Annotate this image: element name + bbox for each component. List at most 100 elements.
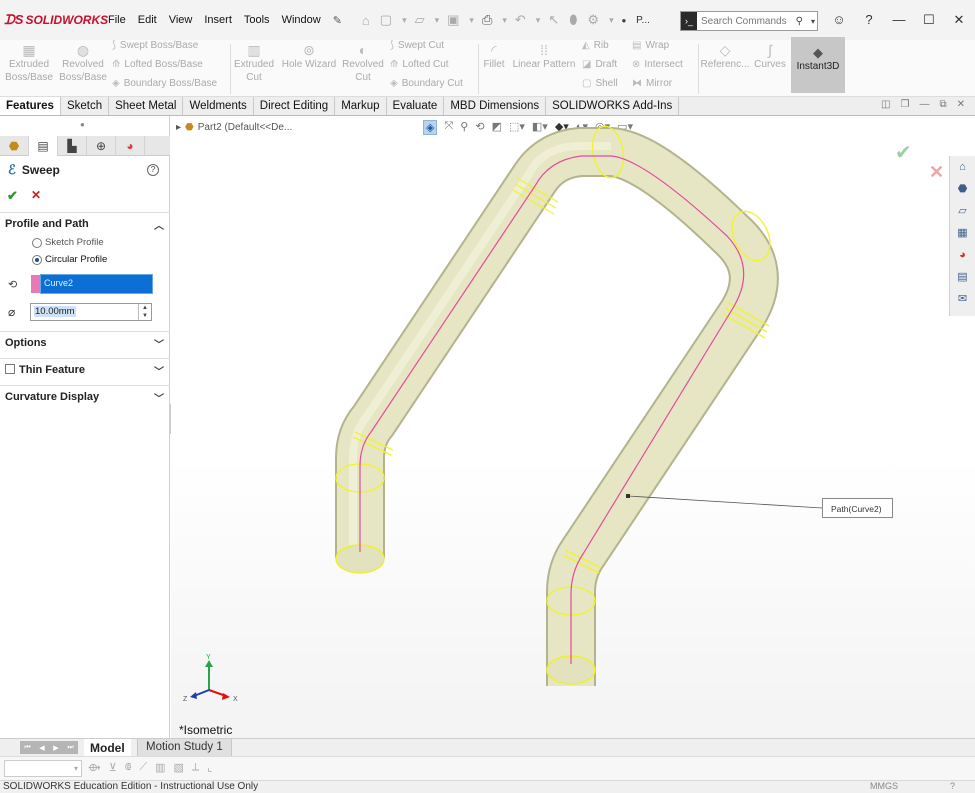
- options-dropdown-icon[interactable]: ▾: [609, 15, 614, 26]
- help-icon[interactable]: ?: [861, 12, 877, 28]
- view-palette-icon[interactable]: ▦: [950, 222, 975, 244]
- lofted-cut-button[interactable]: ⟰ Lofted Cut: [390, 59, 449, 70]
- tab-sheet-metal[interactable]: Sheet Metal: [109, 97, 184, 115]
- sweep-preview[interactable]: [171, 116, 975, 738]
- filter-vertices-icon[interactable]: ▥: [155, 761, 165, 774]
- filter-sketch-icon[interactable]: ⌞: [207, 761, 212, 774]
- linear-pattern-button[interactable]: ⁞⁞ Linear Pattern: [510, 43, 578, 71]
- ok-check-icon[interactable]: ✔: [7, 188, 18, 204]
- undo-dropdown-icon[interactable]: ▾: [536, 15, 541, 26]
- menu-view[interactable]: View: [169, 14, 193, 26]
- shell-button[interactable]: ▢ Shell: [582, 78, 618, 89]
- search-input[interactable]: Search Commands: [701, 16, 787, 27]
- tab-evaluate[interactable]: Evaluate: [387, 97, 445, 115]
- filter-planes-icon[interactable]: ▧: [174, 761, 184, 774]
- lofted-boss-button[interactable]: ⟰ Lofted Boss/Base: [112, 59, 203, 70]
- profile-and-path-section[interactable]: Profile and Path ︿: [0, 212, 170, 234]
- menu-window[interactable]: Window: [282, 14, 321, 26]
- path-callout[interactable]: Path(Curve2): [822, 498, 893, 518]
- tab-weldments[interactable]: Weldments: [183, 97, 254, 115]
- dimxpert-manager-icon[interactable]: ⊕: [87, 136, 116, 156]
- property-manager-icon[interactable]: ▤: [29, 136, 58, 156]
- diameter-input[interactable]: 10.00mm: [30, 303, 152, 321]
- hole-wizard-button[interactable]: ⊚ Hole Wizard: [280, 43, 338, 71]
- save-icon[interactable]: ▣: [447, 12, 459, 28]
- quick-access-extra[interactable]: P...: [636, 15, 650, 26]
- feature-manager-icon[interactable]: ⬣: [0, 136, 29, 156]
- minimize-doc-icon[interactable]: —: [919, 99, 929, 110]
- extruded-boss-button[interactable]: ▦ Extruded Boss/Base: [2, 43, 56, 84]
- save-dropdown-icon[interactable]: ▾: [469, 15, 474, 26]
- solidworks-resources-icon[interactable]: ⌂: [950, 156, 975, 178]
- curvature-display-section[interactable]: Curvature Display ﹀: [0, 385, 170, 407]
- boundary-cut-button[interactable]: ◈ Boundary Cut: [390, 78, 463, 89]
- instant3d-button[interactable]: ◆ Instant3D: [791, 37, 845, 93]
- file-explorer-icon[interactable]: ▱: [950, 200, 975, 222]
- filter-axes-icon[interactable]: ⟂: [192, 761, 199, 774]
- solidworks-logo[interactable]: ᗪS SOLIDWORKS: [4, 12, 108, 28]
- revolved-cut-button[interactable]: ◐ Revolved Cut: [339, 43, 387, 84]
- undo-icon[interactable]: ↶: [515, 12, 526, 28]
- mirror-button[interactable]: ⧓ Mirror: [632, 78, 672, 89]
- menu-insert[interactable]: Insert: [204, 14, 232, 26]
- print-dropdown-icon[interactable]: ▾: [502, 15, 507, 26]
- filter-edges-icon[interactable]: ⟃: [125, 761, 132, 774]
- new-dropdown-icon[interactable]: ▾: [402, 15, 407, 26]
- menu-file[interactable]: File: [108, 14, 126, 26]
- thin-feature-section[interactable]: Thin Feature ﹀: [0, 358, 170, 380]
- swept-boss-button[interactable]: ⟆ Swept Boss/Base: [112, 40, 198, 51]
- swept-cut-button[interactable]: ⟆ Swept Cut: [390, 40, 444, 51]
- next-tab-icon[interactable]: ▶: [53, 744, 58, 752]
- restore-doc-icon[interactable]: ❐: [901, 99, 910, 110]
- confirm-cancel-icon[interactable]: ✕: [929, 162, 944, 183]
- prev-tab-icon[interactable]: ◀: [39, 744, 44, 752]
- tab-sketch[interactable]: Sketch: [61, 97, 110, 115]
- tab-motion-study[interactable]: Motion Study 1: [137, 739, 232, 757]
- rebuild-icon[interactable]: ⬮: [569, 12, 577, 28]
- tab-direct-editing[interactable]: Direct Editing: [254, 97, 336, 115]
- units-label[interactable]: MMGS: [870, 781, 898, 791]
- chevron-down-icon[interactable]: ﹀: [154, 336, 164, 351]
- design-library-icon[interactable]: ⬣: [950, 178, 975, 200]
- appearances-icon[interactable]: ◕: [950, 244, 975, 266]
- user-icon[interactable]: ☺: [831, 12, 847, 28]
- filter-icon[interactable]: ⟴: [88, 761, 101, 774]
- rib-button[interactable]: ◭ Rib: [582, 40, 609, 51]
- configuration-manager-icon[interactable]: ▙: [58, 136, 87, 156]
- maximize-icon[interactable]: ☐: [921, 12, 937, 28]
- filter-faces-icon[interactable]: ⟋: [139, 761, 147, 774]
- boundary-boss-button[interactable]: ◈ Boundary Boss/Base: [112, 78, 217, 89]
- curves-button[interactable]: ∫ Curves: [752, 43, 788, 71]
- panel-grip-icon[interactable]: ●: [80, 120, 85, 129]
- cascade-icon[interactable]: ⧉: [939, 99, 946, 110]
- tube-body[interactable]: [335, 127, 779, 686]
- circular-profile-radio[interactable]: Circular Profile: [32, 254, 107, 265]
- diameter-spinner[interactable]: ▲ ▼: [138, 304, 151, 320]
- pointer-icon[interactable]: •: [622, 13, 627, 28]
- display-manager-icon[interactable]: ◕: [116, 136, 145, 156]
- select-icon[interactable]: ↖: [548, 12, 559, 28]
- selection-filter-dropdown[interactable]: ▾: [4, 760, 82, 777]
- custom-properties-icon[interactable]: ▤: [950, 266, 975, 288]
- tab-add-ins[interactable]: SOLIDWORKS Add-Ins: [546, 97, 680, 115]
- tab-markup[interactable]: Markup: [335, 97, 387, 115]
- new-document-icon[interactable]: ▢: [380, 12, 392, 28]
- pin-menu-icon[interactable]: ✎: [333, 14, 342, 27]
- tab-mbd-dimensions[interactable]: MBD Dimensions: [444, 97, 547, 115]
- tab-features[interactable]: Features: [0, 97, 61, 115]
- chevron-down-icon[interactable]: ﹀: [154, 363, 164, 378]
- cancel-x-icon[interactable]: ✕: [31, 188, 41, 202]
- menu-edit[interactable]: Edit: [138, 14, 157, 26]
- forum-icon[interactable]: ✉: [950, 288, 975, 310]
- last-tab-icon[interactable]: ⏭: [67, 744, 73, 752]
- status-help-icon[interactable]: ?: [950, 781, 955, 791]
- home-icon[interactable]: ⌂: [362, 13, 370, 28]
- options-section[interactable]: Options ﹀: [0, 331, 170, 353]
- thin-feature-checkbox[interactable]: [5, 364, 15, 374]
- close-icon[interactable]: ✕: [951, 12, 967, 28]
- first-tab-icon[interactable]: ⏮: [24, 744, 30, 752]
- chevron-down-icon[interactable]: ﹀: [154, 390, 164, 405]
- minimize-icon[interactable]: —: [891, 12, 907, 28]
- open-icon[interactable]: ▱: [415, 12, 425, 28]
- sketch-profile-radio[interactable]: Sketch Profile: [32, 237, 104, 248]
